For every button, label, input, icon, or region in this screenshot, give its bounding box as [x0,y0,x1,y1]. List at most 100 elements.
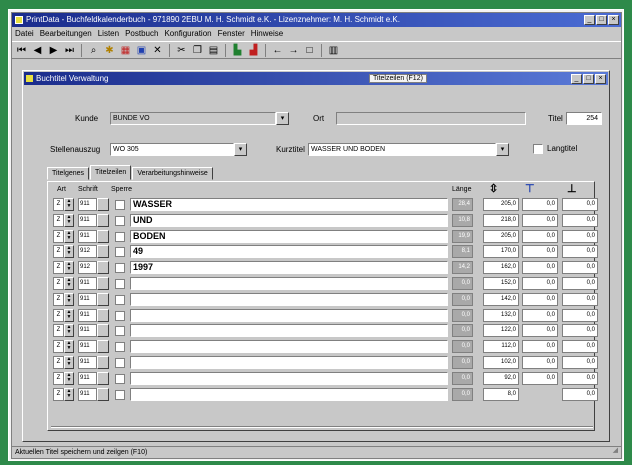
line-height-field[interactable]: 162,0 [483,261,519,275]
menu-item-postbuch[interactable]: Postbuch [125,28,158,40]
app-icon[interactable] [15,16,23,24]
ort-field[interactable] [336,112,526,125]
kurztitel-dropdown-button[interactable]: ▾ [496,143,509,156]
indent-field[interactable]: 0,0 [522,356,558,369]
schrift-field[interactable]: 911 [78,229,97,243]
sperre-checkbox[interactable] [115,215,125,226]
resize-grip-icon[interactable]: ◢ [613,445,618,456]
stellenauszug-dropdown-button[interactable]: ▾ [234,143,247,156]
spacing-field[interactable]: 0,0 [562,198,598,211]
art-spinner[interactable]: ▲ ▼ [64,277,74,290]
schrift-dropdown-button[interactable] [97,229,109,243]
cut-icon[interactable]: ✂ [175,44,188,57]
search-icon[interactable]: ⌕ [87,44,100,57]
spacing-field[interactable]: 0,0 [562,213,598,227]
menu-item-konfiguration[interactable]: Konfiguration [164,28,211,40]
art-field[interactable]: Z [53,261,64,275]
zeilen-text-field[interactable]: UND [130,213,448,227]
spacing-field[interactable]: 0,0 [562,261,598,275]
save-icon[interactable]: ▣ [135,44,148,57]
line-height-field[interactable]: 92,0 [483,371,519,385]
sperre-checkbox[interactable] [115,389,125,400]
copy-icon[interactable]: ❐ [191,44,204,57]
sperre-checkbox[interactable] [115,373,125,384]
spacing-field[interactable]: 0,0 [562,371,598,385]
art-spinner[interactable]: ▲ ▼ [64,371,74,385]
minimize-button[interactable]: _ [584,15,595,25]
forward-icon[interactable]: → [287,44,300,57]
sperre-checkbox[interactable] [115,358,125,368]
zeilen-text-field[interactable]: WASSER [130,198,448,211]
line-height-field[interactable]: 122,0 [483,324,519,338]
child-close-button[interactable]: × [595,74,606,84]
art-field[interactable]: Z [53,387,64,401]
schrift-field[interactable]: 911 [78,324,97,338]
new-icon[interactable]: □ [303,44,316,57]
schrift-dropdown-button[interactable] [97,308,109,322]
art-spinner[interactable]: ▲ ▼ [64,245,74,259]
sperre-checkbox[interactable] [115,310,125,321]
titel-number-field[interactable]: 254 [566,112,602,125]
zeilen-text-field[interactable]: 49 [130,245,448,259]
zeilen-text-field[interactable] [130,387,448,401]
line-height-field[interactable]: 8,0 [483,387,519,401]
zeilen-text-field[interactable] [130,371,448,385]
art-spinner[interactable]: ▲ ▼ [64,308,74,322]
zeilen-text-field[interactable] [130,324,448,338]
art-field[interactable]: Z [53,292,64,306]
back-icon[interactable]: ← [271,44,284,57]
schrift-field[interactable]: 911 [78,277,97,290]
zeilen-text-field[interactable] [130,356,448,369]
chart2-icon[interactable]: ▟ [247,44,260,57]
art-spinner[interactable]: ▲ ▼ [64,340,74,354]
indent-field[interactable]: 0,0 [522,229,558,243]
child-minimize-button[interactable]: _ [571,74,582,84]
maximize-button[interactable]: □ [596,15,607,25]
art-field[interactable]: Z [53,356,64,369]
art-field[interactable]: Z [53,245,64,259]
delete-icon[interactable]: ▦ [119,44,132,57]
spacing-field[interactable]: 0,0 [562,277,598,290]
schrift-dropdown-button[interactable] [97,340,109,354]
cancel-icon[interactable]: ✕ [151,44,164,57]
line-height-field[interactable]: 112,0 [483,340,519,354]
indent-field[interactable]: 0,0 [522,324,558,338]
sperre-checkbox[interactable] [115,294,125,305]
indent-field[interactable]: 0,0 [522,292,558,306]
schrift-field[interactable]: 911 [78,198,97,211]
zeilen-text-field[interactable]: 1997 [130,261,448,275]
child-titlebar[interactable]: Buchtitel Verwaltung Titelzeilen (F12) _… [24,72,608,85]
first-icon[interactable]: ⏮ [15,44,28,57]
art-spinner[interactable]: ▲ ▼ [64,261,74,275]
kunde-dropdown-button[interactable]: ▾ [276,112,289,125]
art-field[interactable]: Z [53,324,64,338]
schrift-dropdown-button[interactable] [97,198,109,211]
kunde-field[interactable]: BUNDE VO [110,112,276,125]
art-field[interactable]: Z [53,213,64,227]
schrift-field[interactable]: 911 [78,308,97,322]
line-height-field[interactable]: 152,0 [483,277,519,290]
line-height-field[interactable]: 218,0 [483,213,519,227]
art-spinner[interactable]: ▲ ▼ [64,213,74,227]
art-field[interactable]: Z [53,277,64,290]
sperre-checkbox[interactable] [115,263,125,274]
schrift-dropdown-button[interactable] [97,371,109,385]
kurztitel-field[interactable]: WASSER UND BODEN [308,143,496,156]
art-spinner[interactable]: ▲ ▼ [64,324,74,338]
star-icon[interactable]: ✱ [103,44,116,57]
schrift-dropdown-button[interactable] [97,356,109,369]
indent-field[interactable]: 0,0 [522,245,558,259]
spacing-field[interactable]: 0,0 [562,324,598,338]
spacing-field[interactable]: 0,0 [562,340,598,354]
window-titlebar[interactable]: PrintData - Buchfeldkalenderbuch - 97189… [12,13,621,27]
indent-field[interactable]: 0,0 [522,340,558,354]
indent-field[interactable]: 0,0 [522,213,558,227]
art-spinner[interactable]: ▲ ▼ [64,356,74,369]
indent-field[interactable]: 0,0 [522,308,558,322]
tab-titelzeilen[interactable]: Titelzeilen [90,165,132,180]
last-icon[interactable]: ⏭ [63,44,76,57]
schrift-field[interactable]: 912 [78,261,97,275]
next-icon[interactable]: ▶ [47,44,60,57]
zeilen-text-field[interactable] [130,292,448,306]
line-height-field[interactable]: 142,0 [483,292,519,306]
